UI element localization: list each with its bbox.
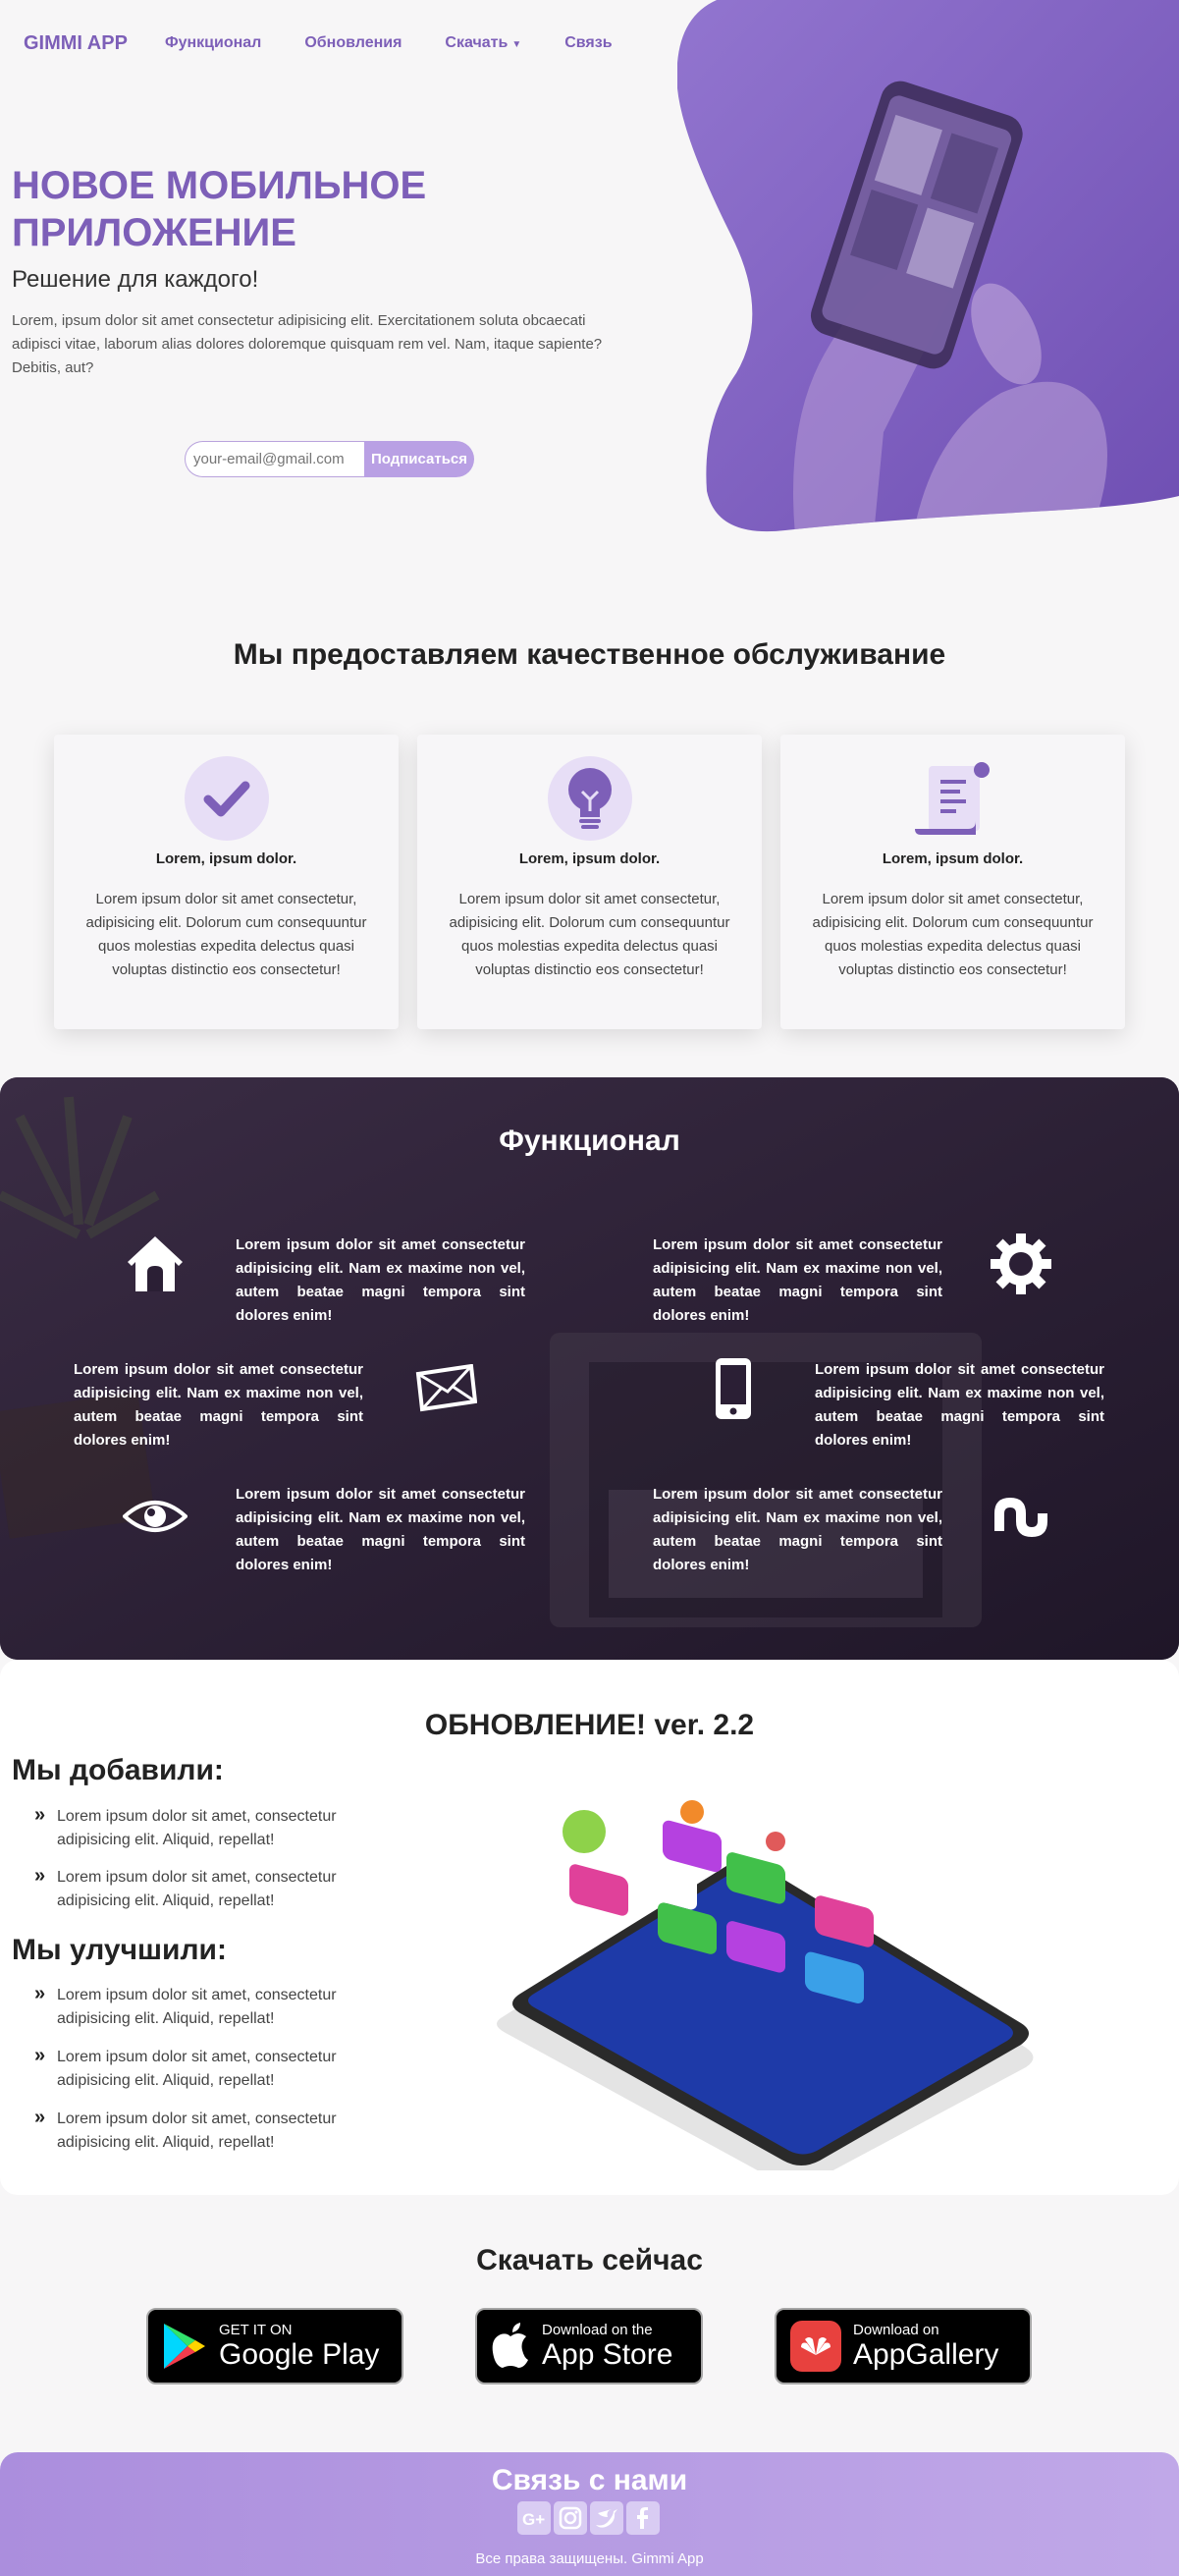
store-big-label: Google Play [219,2338,380,2371]
checkmark-icon [185,756,269,841]
feature-text: Lorem ipsum dolor sit amet consectetur a… [653,1486,942,1573]
list-item: » Lorem ipsum dolor sit amet, consectetur… [34,2107,368,2155]
envelope-icon [410,1354,479,1423]
store-small-label: GET IT ON [219,2322,293,2338]
store-small-label: Download on the [542,2322,653,2338]
service-card-text: Lorem ipsum dolor sit amet consectetur, … [812,891,1094,978]
nav-link-download-dropdown[interactable]: Скачать ▼ [445,34,521,52]
added-heading: Мы добавили: [12,1754,224,1786]
google-play-icon [164,2324,205,2369]
hero-section: НОВОЕ МОБИЛЬНОЕ ПРИЛОЖЕНИЕ Решение для к… [12,162,630,380]
footer: Связь с нами G+ Все права защищены. Gimm… [0,2452,1179,2576]
feature-text: Lorem ipsum dolor sit amet consectetur a… [653,1236,942,1324]
update-title: ОБНОВЛЕНИЕ! ver. 2.2 [424,1709,755,1741]
improved-heading: Мы улучшили: [12,1934,227,1966]
hero-description: Lorem, ipsum dolor sit amet consectetur … [12,312,603,376]
huawei-icon [790,2321,841,2372]
list-item-text: Lorem ipsum dolor sit amet, consectetur … [57,2049,337,2089]
twitter-icon[interactable] [590,2501,623,2535]
copyright-text: Все права защищены. Gimmi App [475,2550,704,2567]
nav-link-download-label: Скачать [445,34,509,51]
service-card-title: Lorem, ipsum dolor. [882,850,1024,867]
email-input[interactable] [185,441,364,477]
hero-title-line1: НОВОЕ МОБИЛЬНОЕ [12,164,427,207]
hero-phone-image [677,0,1179,535]
feature-text: Lorem ipsum dolor sit amet consectetur a… [815,1361,1104,1449]
service-card-title: Lorem, ipsum dolor. [518,850,661,867]
mobile-icon [699,1354,768,1423]
stumbleupon-icon [987,1482,1055,1551]
list-item-text: Lorem ipsum dolor sit amet, consectetur … [57,1869,337,1909]
home-icon [121,1230,189,1298]
gear-icon [987,1230,1055,1298]
hero-title-line2: ПРИЛОЖЕНИЕ [12,211,296,254]
appgallery-button[interactable]: Download on AppGallery [775,2308,1032,2384]
list-item-text: Lorem ipsum dolor sit amet, consectetur … [57,2110,337,2151]
footer-title: Связь с нами [491,2464,688,2496]
double-chevron-icon: » [34,1983,46,2004]
nav-link-features[interactable]: Функционал [165,34,261,52]
nav-link-updates[interactable]: Обновления [304,34,402,52]
store-big-label: App Store [542,2338,673,2371]
subscribe-form: Подписаться [185,441,474,477]
update-section: ОБНОВЛЕНИЕ! ver. 2.2 Мы добавили: » Lorem… [0,1660,1179,2195]
features-section: Функционал Lorem ipsum dolor sit amet co… [0,1077,1179,1660]
feature-text: Lorem ipsum dolor sit amet consectetur a… [74,1361,363,1449]
store-small-label: Download on [853,2322,939,2338]
list-item: » Lorem ipsum dolor sit amet, consectetur… [34,1983,368,2031]
service-card-title: Lorem, ipsum dolor. [155,850,297,867]
list-item-text: Lorem ipsum dolor sit amet, consectetur … [57,1987,337,2027]
brand-logo[interactable]: GIMMI APP [24,32,128,55]
services-title: Мы предоставляем качественное обслуживан… [233,638,946,671]
google-play-button[interactable]: GET IT ON Google Play [146,2308,403,2384]
hero-title: НОВОЕ МОБИЛЬНОЕ ПРИЛОЖЕНИЕ [12,162,630,256]
double-chevron-icon: » [34,2045,46,2066]
service-card: Lorem, ipsum dolor. Lorem ipsum dolor si… [417,735,762,1029]
app-store-button[interactable]: Download on the App Store [475,2308,703,2384]
service-card: Lorem, ipsum dolor. Lorem ipsum dolor si… [780,735,1125,1029]
download-title: Скачать сейчас [476,2244,703,2276]
nav-link-contact[interactable]: Связь [564,34,612,52]
double-chevron-icon: » [34,1804,46,1826]
instagram-icon[interactable] [554,2501,587,2535]
service-card-text: Lorem ipsum dolor sit amet consectetur, … [449,891,730,978]
social-links: G+ [517,2501,660,2535]
scroll-icon [911,756,995,841]
list-item: » Lorem ipsum dolor sit amet, consectetur… [34,1804,368,1852]
service-card-text: Lorem ipsum dolor sit amet consectetur, … [85,891,367,978]
store-big-label: AppGallery [853,2338,999,2371]
list-item-text: Lorem ipsum dolor sit amet, consectetur … [57,1808,337,1848]
features-title: Функционал [499,1124,680,1157]
double-chevron-icon: » [34,2107,46,2128]
eye-icon [121,1482,189,1551]
service-card: Lorem, ipsum dolor. Lorem ipsum dolor si… [54,735,399,1029]
top-navbar: GIMMI APP Функционал Обновления Скачать ▼… [0,0,687,86]
feature-text: Lorem ipsum dolor sit amet consectetur a… [236,1486,525,1573]
google-plus-icon[interactable]: G+ [517,2501,551,2535]
double-chevron-icon: » [34,1865,46,1887]
caret-down-icon: ▼ [511,39,522,50]
apple-icon [492,2323,528,2368]
svg-text:G+: G+ [522,2510,545,2529]
subscribe-button[interactable]: Подписаться [364,441,474,477]
list-item: » Lorem ipsum dolor sit amet, consectetur… [34,1865,368,1913]
feature-text: Lorem ipsum dolor sit amet consectetur a… [236,1236,525,1324]
isometric-phone-illustration [497,1800,1034,2170]
facebook-icon[interactable] [626,2501,660,2535]
hero-subtitle: Решение для каждого! [12,266,259,293]
list-item: » Lorem ipsum dolor sit amet, consectetur… [34,2045,368,2093]
lightbulb-icon [548,756,632,841]
